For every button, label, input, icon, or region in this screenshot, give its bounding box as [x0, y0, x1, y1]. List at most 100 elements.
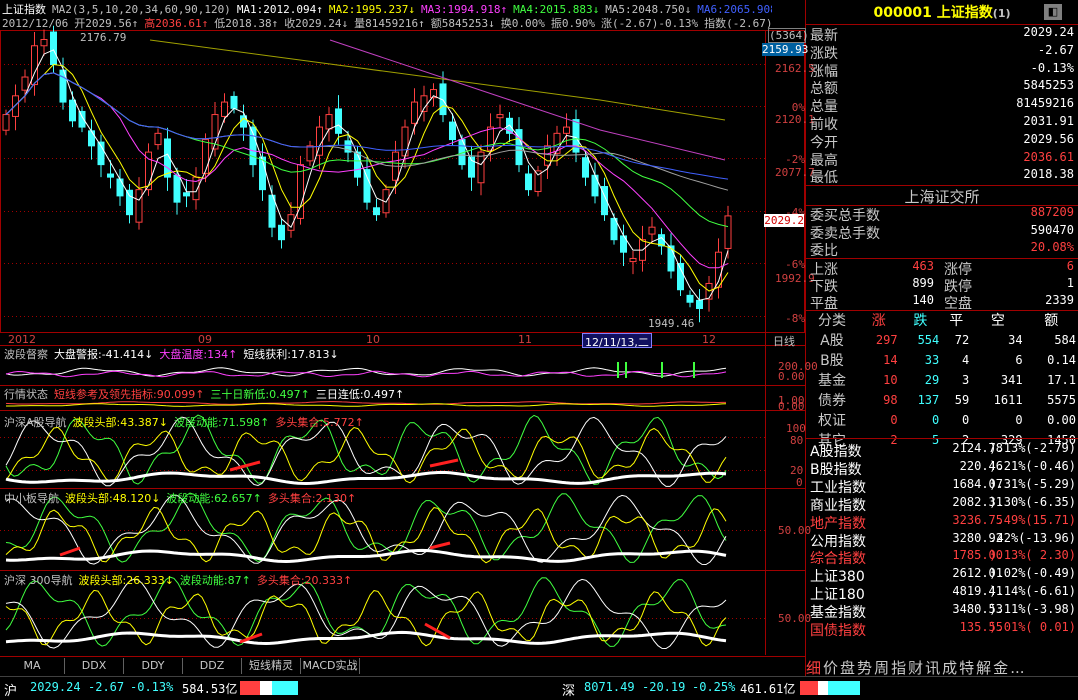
date-label-2012: 2012: [8, 333, 36, 346]
readout-segment: 收2029.24↓: [284, 17, 349, 29]
index-row[interactable]: 基金指数 3480.53).11%(-3.98): [808, 602, 1076, 621]
index-row[interactable]: 地产指数 3236.75.49%(15.71): [808, 513, 1076, 532]
price-tick: 2120.1: [775, 113, 815, 126]
indicator-line: [5, 578, 727, 650]
detail-tab[interactable]: 指: [891, 659, 906, 675]
board-cell: 10: [883, 373, 898, 387]
candle-body: [648, 226, 656, 235]
readout-segment: 短线参考及领先指标:90.099↑: [54, 388, 205, 401]
board-cell: 0.00: [1047, 413, 1076, 427]
status-bar: 沪 2029.24 -2.67 -0.13% 584.53亿 深 8071.49…: [0, 676, 1078, 700]
readout-segment: 短线获利:17.813↓: [243, 348, 339, 361]
board-cell: 6: [1015, 353, 1023, 367]
order-row: 委卖总手数 590470: [808, 223, 1074, 242]
sh-change: -2.67: [88, 680, 125, 694]
tab-short-elf[interactable]: 短线精灵: [242, 658, 301, 674]
readout-segment: MA2(3,5,10,20,34,60,90,120): [52, 3, 231, 15]
index-row[interactable]: 工业指数 1684.07).31%(-5.29): [808, 477, 1076, 496]
order-value: 887209: [1030, 205, 1074, 219]
candle-body: [230, 95, 238, 109]
detail-tab[interactable]: 财: [908, 659, 923, 675]
readout-segment: MA3:1994.918↑: [421, 3, 508, 15]
index-row[interactable]: 上证180 4819.41).14%(-6.61): [808, 584, 1076, 603]
date-label-10: 10: [366, 333, 380, 346]
index-row[interactable]: 综合指数 1785.00).13%( 2.30): [808, 548, 1076, 567]
sh-price: 2029.24: [30, 680, 81, 694]
board-cell: 基金: [817, 373, 846, 389]
detail-tab-more[interactable]: ...: [1010, 659, 1024, 675]
indicator-title-market-state: 行情状态 短线参考及领先指标:90.099↑ 三十日新低:0.497↑ 三日连低:0.…: [4, 386, 410, 402]
quote-row: 总额 5845253: [808, 78, 1074, 97]
readout-segment: 指数(-2.67)-0.13%: [704, 17, 772, 29]
current-price-tag: 2029.2: [764, 214, 804, 227]
board-row[interactable]: B股 14 33 4 6 0.14: [806, 350, 1078, 370]
price-tick: 2162.5: [775, 62, 815, 75]
detail-tab[interactable]: 解: [976, 659, 991, 675]
date-label-11: 11: [518, 333, 532, 346]
board-cell: 3: [961, 373, 970, 387]
tab-ddz[interactable]: DDZ: [183, 658, 242, 674]
order-value: 20.08%: [1030, 240, 1074, 254]
readout-segment: 换0.00%: [500, 17, 545, 29]
detail-tab[interactable]: 成: [942, 659, 957, 675]
detail-tab[interactable]: 盘: [840, 659, 855, 675]
board-row[interactable]: 基金 10 29 3 341 17.1: [806, 370, 1078, 390]
sz-label: 深: [562, 684, 576, 699]
detail-tab[interactable]: 势: [857, 659, 872, 675]
readout-segment: 上证指数: [2, 3, 46, 15]
indicator-line: [5, 548, 727, 564]
index-row[interactable]: B股指数 220.46).21%(-0.46): [808, 459, 1076, 478]
indicator-line: [5, 426, 727, 484]
candle-body: [12, 95, 19, 117]
board-cell: 34: [1008, 333, 1023, 347]
window-menu-icon[interactable]: ◧: [1044, 4, 1062, 20]
readout-segment: 三十日新低:0.497↑: [210, 388, 310, 401]
board-cell: 59: [954, 393, 970, 407]
breadth-value: 2339: [1045, 293, 1074, 307]
quote-value: 2029.24: [1023, 25, 1074, 39]
board-header: 分类: [817, 313, 846, 329]
detail-tab[interactable]: 周: [874, 659, 889, 675]
tab-macd[interactable]: MACD实战: [301, 658, 360, 674]
readout-segment: 沪深A股导航: [4, 416, 67, 429]
period-label[interactable]: 日线: [773, 333, 795, 348]
index-row[interactable]: 公用指数 3280.92.42%(-13.96): [808, 531, 1076, 550]
detail-tab[interactable]: 细: [806, 659, 821, 675]
board-cell: 17.1: [1047, 373, 1076, 387]
detail-tab[interactable]: 价: [823, 659, 838, 675]
board-row[interactable]: 债券 98 137 59 1611 5575: [806, 390, 1078, 410]
board-cell: 554: [917, 333, 940, 347]
candle-body: [363, 169, 371, 203]
quote-row: 最高 2036.61: [808, 150, 1074, 169]
price-top-label: 2159.93: [762, 43, 809, 56]
tab-ma[interactable]: MA: [0, 658, 65, 674]
quote-value: 2029.56: [1023, 131, 1074, 146]
security-code-name: 000001 上证指数: [873, 5, 993, 21]
detail-tab[interactable]: 金: [993, 659, 1008, 675]
detail-tab[interactable]: 讯: [925, 659, 940, 675]
index-change: ).13%( 2.30): [989, 548, 1076, 563]
quote-row: 涨幅 -0.13%: [808, 61, 1074, 80]
date-label-09: 09: [198, 333, 212, 346]
candle-body: [563, 126, 570, 134]
board-row[interactable]: 权证 0 0 0 0 0.00: [806, 410, 1078, 430]
candle-body: [88, 130, 95, 147]
board-header: 额: [1044, 313, 1059, 329]
readout-segment: 量81459216↑: [354, 17, 425, 29]
quote-row: 最新 2029.24: [808, 25, 1074, 44]
sz-breadth-bar: [800, 681, 860, 695]
index-row[interactable]: A股指数 2124.78).13%(-2.79): [808, 441, 1076, 460]
tab-ddy[interactable]: DDY: [124, 658, 183, 674]
readout-segment: 中小板导航: [4, 492, 59, 505]
board-row[interactable]: A股 297 554 72 34 584: [806, 330, 1078, 350]
candle-body: [40, 39, 48, 47]
index-row[interactable]: 商业指数 2082.31).30%(-6.35): [808, 495, 1076, 514]
order-row: 委比 20.08%: [808, 240, 1074, 259]
index-row[interactable]: 上证380 2612.01).02%(-0.49): [808, 566, 1076, 585]
index-row[interactable]: 国债指数 135.55).01%( 0.01): [808, 620, 1076, 639]
readout-segment: MA4:2015.883↓: [513, 3, 600, 15]
candle-body: [582, 157, 589, 178]
board-header: 空: [990, 313, 1005, 329]
detail-tab[interactable]: 特: [959, 659, 974, 675]
tab-ddx[interactable]: DDX: [65, 658, 124, 674]
